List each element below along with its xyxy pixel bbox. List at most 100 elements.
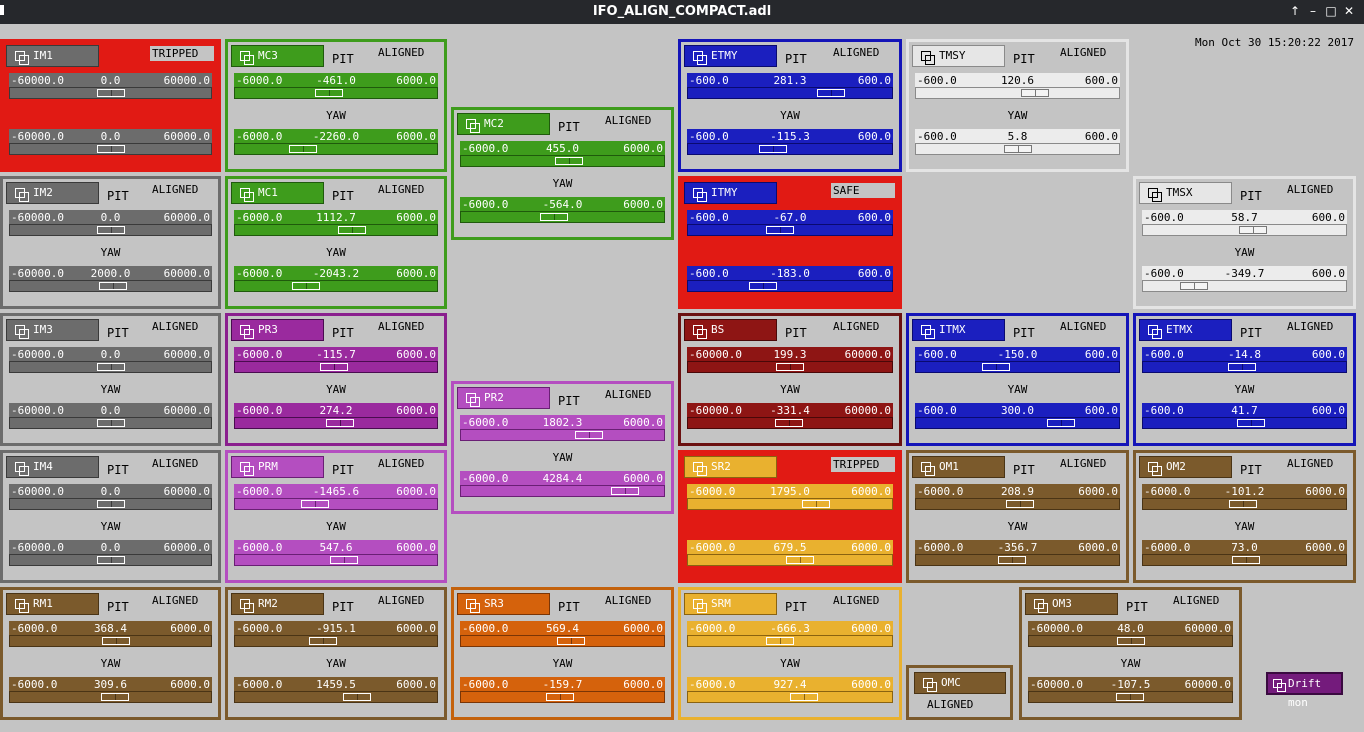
pitch-slider-thumb[interactable]: [802, 500, 830, 508]
yaw-slider[interactable]: [9, 691, 212, 703]
yaw-slider[interactable]: [687, 554, 893, 566]
pitch-slider[interactable]: [460, 429, 665, 441]
pitch-slider[interactable]: [9, 361, 212, 373]
yaw-slider-thumb[interactable]: [97, 556, 125, 564]
yaw-slider-thumb[interactable]: [326, 419, 354, 427]
pitch-slider[interactable]: [687, 635, 893, 647]
im4-button[interactable]: IM4: [6, 456, 99, 478]
mc1-button[interactable]: MC1: [231, 182, 324, 204]
mc3-button[interactable]: MC3: [231, 45, 324, 67]
yaw-slider[interactable]: [234, 280, 438, 292]
yaw-slider-thumb[interactable]: [775, 419, 803, 427]
pitch-slider-thumb[interactable]: [1117, 637, 1145, 645]
mc2-button[interactable]: MC2: [457, 113, 550, 135]
maximize-icon[interactable]: □: [1323, 3, 1339, 19]
yaw-slider-thumb[interactable]: [786, 556, 814, 564]
pitch-slider[interactable]: [234, 361, 438, 373]
yaw-slider[interactable]: [915, 554, 1120, 566]
yaw-slider[interactable]: [687, 143, 893, 155]
yaw-slider-thumb[interactable]: [97, 419, 125, 427]
yaw-slider[interactable]: [9, 554, 212, 566]
pitch-slider-thumb[interactable]: [97, 89, 125, 97]
im2-button[interactable]: IM2: [6, 182, 99, 204]
omc-button[interactable]: OMC: [914, 672, 1006, 694]
pitch-slider-thumb[interactable]: [320, 363, 348, 371]
pitch-slider[interactable]: [1028, 635, 1233, 647]
arrow-up-icon[interactable]: ↑: [1287, 3, 1303, 19]
yaw-slider[interactable]: [460, 211, 665, 223]
yaw-slider-thumb[interactable]: [546, 693, 574, 701]
yaw-slider-thumb[interactable]: [99, 282, 127, 290]
pitch-slider[interactable]: [234, 87, 438, 99]
pitch-slider[interactable]: [1142, 361, 1347, 373]
pitch-slider[interactable]: [915, 361, 1120, 373]
etmx-button[interactable]: ETMX: [1139, 319, 1232, 341]
pitch-slider-thumb[interactable]: [555, 157, 583, 165]
itmx-button[interactable]: ITMX: [912, 319, 1005, 341]
yaw-slider[interactable]: [687, 417, 893, 429]
om3-button[interactable]: OM3: [1025, 593, 1118, 615]
pitch-slider[interactable]: [915, 87, 1120, 99]
pr3-button[interactable]: PR3: [231, 319, 324, 341]
pitch-slider[interactable]: [9, 87, 212, 99]
yaw-slider-thumb[interactable]: [759, 145, 787, 153]
pitch-slider[interactable]: [9, 224, 212, 236]
im1-button[interactable]: IM1: [6, 45, 99, 67]
pitch-slider-thumb[interactable]: [97, 363, 125, 371]
yaw-slider[interactable]: [234, 691, 438, 703]
yaw-slider[interactable]: [915, 143, 1120, 155]
pitch-slider-thumb[interactable]: [1021, 89, 1049, 97]
pitch-slider-thumb[interactable]: [1006, 500, 1034, 508]
minimize-icon[interactable]: –: [1305, 3, 1321, 19]
yaw-slider[interactable]: [460, 691, 665, 703]
yaw-slider-thumb[interactable]: [97, 145, 125, 153]
tmsx-button[interactable]: TMSX: [1139, 182, 1232, 204]
pitch-slider-thumb[interactable]: [97, 226, 125, 234]
yaw-slider-thumb[interactable]: [1237, 419, 1265, 427]
pitch-slider-thumb[interactable]: [557, 637, 585, 645]
yaw-slider[interactable]: [9, 280, 212, 292]
pitch-slider-thumb[interactable]: [301, 500, 329, 508]
pitch-slider-thumb[interactable]: [766, 637, 794, 645]
pitch-slider[interactable]: [9, 498, 212, 510]
yaw-slider-thumb[interactable]: [998, 556, 1026, 564]
pitch-slider-thumb[interactable]: [982, 363, 1010, 371]
yaw-slider[interactable]: [234, 143, 438, 155]
pitch-slider[interactable]: [234, 635, 438, 647]
yaw-slider-thumb[interactable]: [1047, 419, 1075, 427]
yaw-slider[interactable]: [1028, 691, 1233, 703]
yaw-slider-thumb[interactable]: [1004, 145, 1032, 153]
yaw-slider-thumb[interactable]: [330, 556, 358, 564]
yaw-slider-thumb[interactable]: [540, 213, 568, 221]
yaw-slider[interactable]: [9, 143, 212, 155]
pitch-slider-thumb[interactable]: [766, 226, 794, 234]
pr2-button[interactable]: PR2: [457, 387, 550, 409]
yaw-slider[interactable]: [687, 280, 893, 292]
pitch-slider[interactable]: [9, 635, 212, 647]
pitch-slider[interactable]: [687, 87, 893, 99]
im3-button[interactable]: IM3: [6, 319, 99, 341]
yaw-slider[interactable]: [234, 417, 438, 429]
yaw-slider[interactable]: [460, 485, 665, 497]
yaw-slider-thumb[interactable]: [749, 282, 777, 290]
yaw-slider-thumb[interactable]: [343, 693, 371, 701]
om2-button[interactable]: OM2: [1139, 456, 1232, 478]
yaw-slider[interactable]: [687, 691, 893, 703]
pitch-slider-thumb[interactable]: [1229, 500, 1257, 508]
yaw-slider-thumb[interactable]: [1232, 556, 1260, 564]
yaw-slider[interactable]: [915, 417, 1120, 429]
pitch-slider-thumb[interactable]: [97, 500, 125, 508]
yaw-slider-thumb[interactable]: [101, 693, 129, 701]
srm-button[interactable]: SRM: [684, 593, 777, 615]
pitch-slider-thumb[interactable]: [102, 637, 130, 645]
pitch-slider[interactable]: [234, 498, 438, 510]
pitch-slider-thumb[interactable]: [575, 431, 603, 439]
rm1-button[interactable]: RM1: [6, 593, 99, 615]
pitch-slider-thumb[interactable]: [1239, 226, 1267, 234]
pitch-slider-thumb[interactable]: [776, 363, 804, 371]
yaw-slider[interactable]: [9, 417, 212, 429]
om1-button[interactable]: OM1: [912, 456, 1005, 478]
sr2-button[interactable]: SR2: [684, 456, 777, 478]
pitch-slider-thumb[interactable]: [315, 89, 343, 97]
pitch-slider[interactable]: [687, 361, 893, 373]
